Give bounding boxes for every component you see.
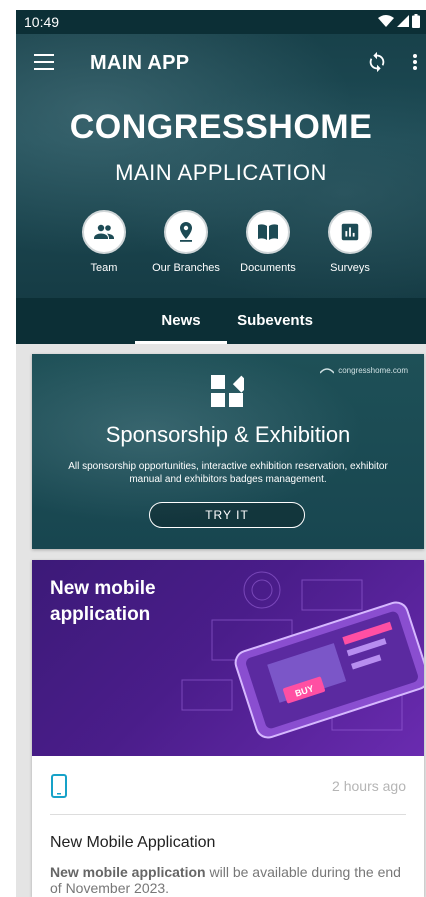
hero-title: CONGRESSHOME bbox=[69, 108, 373, 146]
quick-action-branches[interactable]: Our Branches bbox=[146, 210, 226, 274]
quick-action-label: Our Branches bbox=[152, 262, 220, 274]
news-headline: New Mobile Application bbox=[50, 834, 216, 851]
signal-icon bbox=[397, 15, 409, 27]
sponsorship-title: Sponsorship & Exhibition bbox=[105, 422, 351, 447]
news-image: BUY New mobile application bbox=[32, 560, 424, 756]
quick-action-label: Documents bbox=[240, 262, 296, 274]
menu-icon[interactable] bbox=[34, 54, 54, 70]
quick-action-team[interactable]: Team bbox=[64, 210, 144, 274]
app-screen: 10:49 MAIN APP CONGRESSHOME MAIN APPLICA… bbox=[16, 10, 426, 897]
battery-icon bbox=[412, 14, 420, 28]
sponsorship-description: All sponsorship opportunities, interacti… bbox=[68, 461, 388, 485]
book-icon bbox=[258, 224, 278, 240]
tab-subevents[interactable]: Subevents bbox=[232, 298, 318, 344]
quick-action-label: Surveys bbox=[330, 262, 370, 274]
quick-action-surveys[interactable]: Surveys bbox=[310, 210, 390, 274]
news-card[interactable]: BUY New mobile application 2 hours ago N… bbox=[32, 560, 424, 897]
wave-logo-icon bbox=[320, 367, 335, 374]
status-icons bbox=[378, 14, 420, 28]
news-time: 2 hours ago bbox=[332, 778, 406, 794]
app-bar: MAIN APP bbox=[16, 34, 426, 90]
sponsorship-card[interactable]: congresshome.com Sponsorship & Exhibitio… bbox=[32, 354, 424, 549]
brand-logo: congresshome.com bbox=[320, 366, 408, 375]
status-time: 10:49 bbox=[24, 14, 60, 30]
brand-logo-text: congresshome.com bbox=[338, 366, 408, 375]
news-body: New mobile application will be available… bbox=[50, 864, 410, 896]
status-bar: 10:49 bbox=[16, 10, 426, 34]
quick-action-documents[interactable]: Documents bbox=[228, 210, 308, 274]
team-icon bbox=[94, 224, 114, 239]
sync-icon[interactable] bbox=[366, 51, 388, 73]
app-title: MAIN APP bbox=[90, 52, 190, 74]
try-it-button[interactable]: TRY IT bbox=[149, 502, 305, 528]
more-vert-icon[interactable] bbox=[412, 52, 418, 72]
location-pin-icon bbox=[180, 222, 192, 242]
tab-news[interactable]: News bbox=[135, 298, 227, 344]
news-image-title: New mobile application bbox=[50, 578, 156, 625]
bar-chart-icon bbox=[341, 223, 359, 241]
news-body-bold: New mobile application bbox=[50, 864, 206, 880]
divider bbox=[50, 814, 406, 815]
wifi-icon bbox=[378, 15, 394, 27]
tab-bar: News Subevents bbox=[16, 298, 426, 344]
widgets-icon bbox=[211, 375, 244, 407]
active-tab-indicator bbox=[135, 341, 227, 344]
hero-header: MAIN APP CONGRESSHOME MAIN APPLICATION T… bbox=[16, 34, 426, 298]
quick-action-label: Team bbox=[90, 262, 118, 274]
hero-subtitle: MAIN APPLICATION bbox=[115, 160, 327, 185]
smartphone-icon bbox=[51, 774, 67, 798]
